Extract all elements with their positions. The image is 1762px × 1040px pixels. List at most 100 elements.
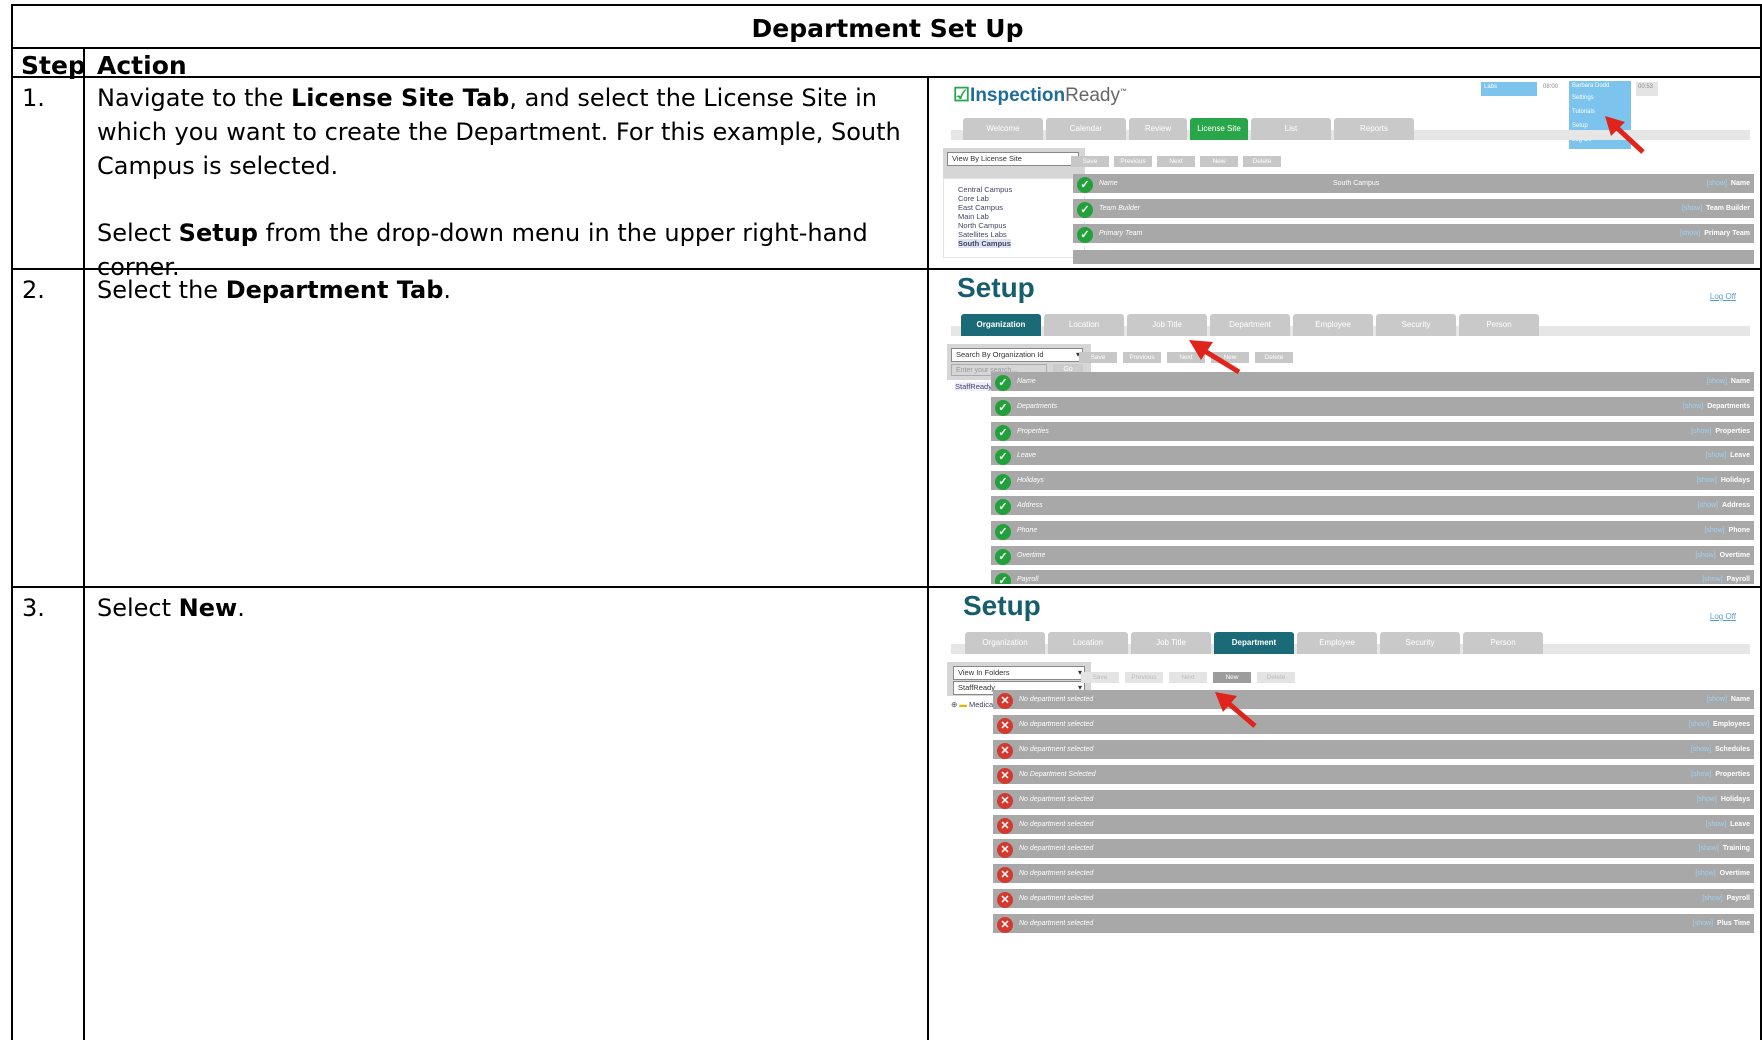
tree-item[interactable]: Satellites Labs xyxy=(958,230,1007,239)
tab-reports[interactable]: Reports xyxy=(1334,118,1414,140)
field-row[interactable]: ✓ Overtime [show] Overtime xyxy=(991,545,1754,568)
log-off-link[interactable]: Log Off xyxy=(1710,292,1736,301)
tree-item[interactable]: Core Lab xyxy=(958,194,989,203)
row-label: No Department Selected xyxy=(1019,770,1096,778)
step-action: Select New. xyxy=(97,592,917,626)
delete-button[interactable]: Delete xyxy=(1257,672,1295,683)
next-button[interactable]: Next xyxy=(1157,156,1195,167)
show-link[interactable]: [show] xyxy=(1702,576,1722,583)
save-button[interactable]: Save xyxy=(1071,156,1109,167)
menu-item-settings[interactable]: Settings xyxy=(1569,91,1631,105)
save-button[interactable]: Save xyxy=(1081,672,1119,683)
search-by-select[interactable]: Search By Organization Id xyxy=(951,348,1083,362)
tab-organization[interactable]: Organization xyxy=(961,314,1041,336)
field-row[interactable]: ✓ Address [show] Address xyxy=(991,496,1754,518)
delete-button[interactable]: Delete xyxy=(1243,156,1281,167)
previous-button[interactable]: Previous xyxy=(1114,156,1152,167)
tree-item-staffready[interactable]: StaffReady xyxy=(955,382,992,391)
field-row[interactable]: ✓ Holidays [show] Holidays xyxy=(991,471,1754,494)
field-row[interactable]: ✓ Name South Campus [show] Name xyxy=(1073,174,1754,196)
delete-button[interactable]: Delete xyxy=(1255,352,1293,363)
tree-item[interactable]: Central Campus xyxy=(958,185,1012,194)
field-row[interactable]: ✓ Properties [show] Properties xyxy=(991,421,1754,444)
tab-organization[interactable]: Organization xyxy=(965,632,1045,654)
field-row[interactable]: ✓ Departments [show] Departments xyxy=(991,396,1754,419)
tab-job-title[interactable]: Job Title xyxy=(1131,632,1211,654)
tab-list[interactable]: List xyxy=(1251,118,1331,140)
header-step: Step xyxy=(21,51,86,80)
field-row[interactable]: ✓ Primary Team [show] Primary Team xyxy=(1073,224,1754,246)
show-link[interactable]: [show] xyxy=(1691,746,1711,753)
show-link[interactable]: [show] xyxy=(1691,771,1711,778)
tab-employee[interactable]: Employee xyxy=(1293,314,1373,336)
show-link[interactable]: [show] xyxy=(1707,696,1727,703)
tree-item[interactable]: East Campus xyxy=(958,203,1003,212)
show-link[interactable]: [show] xyxy=(1707,180,1727,187)
tree-item[interactable]: North Campus xyxy=(958,221,1006,230)
text-run: Select the xyxy=(97,276,226,304)
tab-welcome[interactable]: Welcome xyxy=(963,118,1043,140)
tab-department[interactable]: Department xyxy=(1210,314,1290,336)
previous-button[interactable]: Previous xyxy=(1125,672,1163,683)
show-link[interactable]: [show] xyxy=(1697,796,1717,803)
show-link[interactable]: [show] xyxy=(1691,428,1711,435)
show-link[interactable]: [show] xyxy=(1706,452,1726,459)
new-button[interactable]: New xyxy=(1200,156,1238,167)
show-link[interactable]: [show] xyxy=(1682,205,1702,212)
tab-location[interactable]: Location xyxy=(1044,314,1124,336)
show-link[interactable]: [show] xyxy=(1695,552,1715,559)
field-row[interactable]: ✕ No department selected [show] Plus Time xyxy=(993,914,1754,937)
show-link[interactable]: [show] xyxy=(1693,920,1713,927)
show-link[interactable]: [show] xyxy=(1702,895,1722,902)
tab-location[interactable]: Location xyxy=(1048,632,1128,654)
new-button[interactable]: New xyxy=(1213,672,1251,683)
log-off-link[interactable]: Log Off xyxy=(1710,612,1736,621)
show-link[interactable]: [show] xyxy=(1704,527,1724,534)
field-row[interactable]: ✕ No department selected [show] Schedules xyxy=(993,739,1754,762)
bold-term: Department Tab xyxy=(225,276,444,304)
previous-button[interactable]: Previous xyxy=(1123,352,1161,363)
show-link[interactable]: [show] xyxy=(1695,870,1715,877)
show-link[interactable]: [show] xyxy=(1698,502,1718,509)
tab-department[interactable]: Department xyxy=(1214,632,1294,654)
tab-review[interactable]: Review xyxy=(1129,118,1187,140)
field-row[interactable]: ✕ No department selected [show] Name xyxy=(993,690,1754,712)
tab-person[interactable]: Person xyxy=(1459,314,1539,336)
tab-job-title[interactable]: Job Title xyxy=(1127,314,1207,336)
tab-security[interactable]: Security xyxy=(1376,314,1456,336)
field-row[interactable]: ✕ No department selected [show] Holidays xyxy=(993,789,1754,812)
tab-calendar[interactable]: Calendar xyxy=(1046,118,1126,140)
tab-person[interactable]: Person xyxy=(1463,632,1543,654)
expand-icon[interactable]: ⊕ xyxy=(951,700,957,709)
show-link[interactable]: [show] xyxy=(1707,378,1727,385)
show-link[interactable]: [show] xyxy=(1697,477,1717,484)
view-in-folders-select[interactable]: View In Folders xyxy=(953,666,1085,680)
field-row[interactable]: ✓ Leave [show] Leave xyxy=(991,446,1754,469)
field-row[interactable]: ✕ No department selected [show] Training xyxy=(993,839,1754,862)
save-button[interactable]: Save xyxy=(1079,352,1117,363)
show-link[interactable]: [show] xyxy=(1689,721,1709,728)
field-row[interactable]: ✓ Phone [show] Phone xyxy=(991,520,1754,543)
show-link[interactable]: [show] xyxy=(1683,403,1703,410)
tab-security[interactable]: Security xyxy=(1380,632,1460,654)
license-site-select[interactable]: View By License Site xyxy=(947,152,1079,166)
field-row[interactable]: ✕ No department selected [show] Overtime xyxy=(993,864,1754,887)
tab-employee[interactable]: Employee xyxy=(1297,632,1377,654)
show-link[interactable]: [show] xyxy=(1680,230,1700,237)
top-field[interactable]: Labs xyxy=(1481,82,1537,96)
field-row[interactable]: ✕ No department selected [show] Payroll xyxy=(993,889,1754,912)
check-icon: ✓ xyxy=(995,424,1011,441)
tab-license-site[interactable]: License Site xyxy=(1190,118,1248,140)
field-row[interactable]: ✓ Team Builder [show] Team Builder xyxy=(1073,199,1754,221)
field-row[interactable]: ✕ No department selected [show] Leave xyxy=(993,814,1754,837)
tree-item[interactable]: Main Lab xyxy=(958,212,989,221)
show-link[interactable]: [show] xyxy=(1706,821,1726,828)
next-button[interactable]: Next xyxy=(1169,672,1207,683)
screenshot-setup-department: Setup Log Off Organization Location Job … xyxy=(931,588,1758,1040)
field-row[interactable]: ✕ No Department Selected [show] Properties xyxy=(993,764,1754,787)
field-row[interactable]: ✓ Payroll [show] Payroll xyxy=(991,570,1754,584)
show-link[interactable]: [show] xyxy=(1699,845,1719,852)
field-row[interactable]: ✕ No department selected [show] Employees xyxy=(993,714,1754,737)
field-row[interactable]: ✓ Name [show] Name xyxy=(991,372,1754,394)
tree-item-selected[interactable]: South Campus xyxy=(958,239,1011,248)
